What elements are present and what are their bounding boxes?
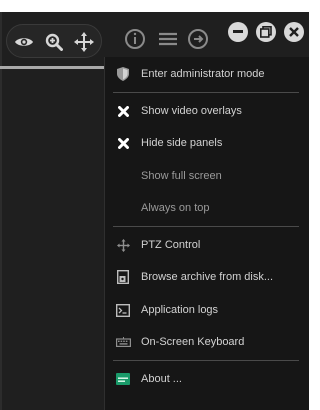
menu-item-label: Enter administrator mode: [141, 68, 265, 80]
video-divider: [0, 66, 104, 69]
menu-item-label: On-Screen Keyboard: [141, 336, 245, 348]
logs-icon: [115, 302, 131, 318]
archive-icon: [115, 269, 131, 285]
eye-icon[interactable]: [11, 25, 37, 59]
x-icon: [115, 135, 131, 151]
close-icon[interactable]: [284, 22, 304, 42]
menu-item-full-screen[interactable]: Show full screen: [105, 163, 310, 189]
shield-icon: [115, 66, 131, 82]
x-icon: [115, 103, 131, 119]
menu-separator: [113, 360, 299, 361]
keyboard-icon: [115, 334, 131, 350]
ptz-icon: [115, 237, 131, 253]
menu-separator: [113, 226, 299, 227]
toolbar: [6, 24, 102, 58]
menu-item-label: Always on top: [141, 202, 210, 214]
menu-item-about[interactable]: About ...: [105, 366, 310, 392]
menu-item-browse-archive[interactable]: Browse archive from disk...: [105, 264, 310, 290]
move-icon[interactable]: [71, 25, 97, 59]
menu-item-ptz-control[interactable]: PTZ Control: [105, 232, 310, 258]
menu-item-label: Browse archive from disk...: [141, 271, 274, 283]
forward-icon[interactable]: [187, 28, 209, 50]
menu-item-always-on-top[interactable]: Always on top: [105, 195, 310, 221]
app-window: Enter administrator mode Show video over…: [0, 0, 309, 410]
menu-icon[interactable]: [157, 28, 179, 50]
menu-item-video-overlays[interactable]: Show video overlays: [105, 98, 310, 124]
menu-item-label: Hide side panels: [141, 137, 223, 149]
menu-item-label: PTZ Control: [141, 239, 201, 251]
minimize-icon[interactable]: [228, 22, 248, 42]
menu-item-admin-mode[interactable]: Enter administrator mode: [105, 61, 310, 87]
menu-item-on-screen-keyboard[interactable]: On-Screen Keyboard: [105, 329, 310, 355]
menu-item-label: Show full screen: [141, 170, 222, 182]
menu-item-label: About ...: [141, 373, 182, 385]
about-icon: [115, 371, 131, 387]
restore-icon[interactable]: [256, 22, 276, 42]
left-edge: [0, 12, 2, 410]
menu-item-label: Application logs: [141, 304, 219, 316]
context-menu: Enter administrator mode Show video over…: [104, 57, 309, 410]
menu-item-hide-side-panels[interactable]: Hide side panels: [105, 130, 310, 156]
menu-item-label: Show video overlays: [141, 105, 242, 117]
menu-separator: [113, 92, 299, 93]
menu-item-application-logs[interactable]: Application logs: [105, 297, 310, 323]
zoom-in-icon[interactable]: [41, 25, 67, 59]
info-icon[interactable]: [124, 28, 146, 50]
